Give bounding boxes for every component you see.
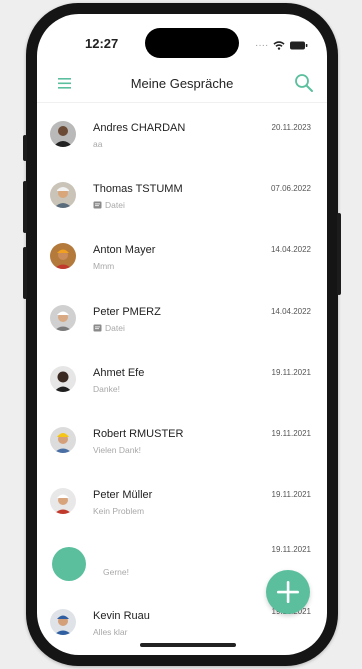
file-attachment-icon (93, 201, 102, 209)
message-preview: Datei (93, 323, 125, 333)
preview-text: Datei (105, 200, 125, 211)
app-screen: 12:27 ···· Meine Gespräche Andres CHARDA… (37, 14, 327, 655)
avatar (50, 182, 76, 209)
message-date: 19.11.2021 (271, 428, 311, 438)
file-attachment-icon (93, 324, 102, 332)
app-bar: Meine Gespräche (37, 64, 327, 103)
status-time: 12:27 (85, 36, 119, 51)
message-preview: Datei (93, 200, 125, 210)
avatar (50, 365, 76, 392)
contact-name: Kevin Ruau (93, 609, 150, 622)
contact-name: Anton Mayer (93, 244, 156, 257)
wifi-icon (273, 37, 285, 55)
preview-text: Gerne! (103, 567, 129, 578)
volume-down-button (23, 247, 27, 299)
search-button[interactable] (293, 72, 315, 94)
contact-name: Andres CHARDAN (93, 122, 186, 134)
conversation-row[interactable]: Andres CHARDAN aa 20.11.2023 (37, 103, 327, 164)
preview-text: aa (93, 139, 103, 149)
preview-text: Kein Problem (93, 506, 145, 517)
conversation-row[interactable]: Peter PMERZ Datei 14.04.2022 (37, 287, 327, 348)
mute-switch (23, 135, 27, 161)
message-preview: Gerne! (103, 567, 129, 577)
message-preview: aa (93, 139, 102, 149)
avatar (50, 304, 76, 331)
page-title: Meine Gespräche (130, 76, 234, 91)
conversation-row[interactable]: Thomas TSTUMM Datei 07.06.2022 (37, 164, 327, 225)
message-preview: Vielen Dank! (93, 445, 141, 455)
dynamic-island (145, 28, 239, 58)
message-date: 07.06.2022 (270, 184, 311, 194)
message-preview: Danke! (93, 384, 120, 394)
avatar (50, 488, 76, 515)
message-preview: Mmm (93, 261, 114, 271)
contact-name: Peter Müller (93, 489, 153, 502)
contact-name: Robert RMUSTER (93, 427, 184, 440)
home-indicator[interactable] (140, 643, 236, 647)
preview-text: Datei (105, 322, 125, 333)
avatar (50, 426, 76, 453)
message-date: 20.11.2023 (271, 123, 311, 132)
power-button (337, 213, 341, 295)
contact-name: Peter PMERZ (93, 305, 161, 318)
preview-text: Vielen Dank! (93, 444, 142, 455)
avatar (50, 243, 76, 270)
conversation-row[interactable]: Peter Müller Kein Problem 19.11.2021 (37, 470, 327, 531)
contact-name: Ahmet Efe (93, 366, 145, 379)
conversation-row[interactable]: Robert RMUSTER Vielen Dank! 19.11.2021 (37, 409, 327, 470)
new-conversation-button[interactable] (266, 570, 310, 614)
avatar (50, 121, 76, 147)
battery-icon (290, 37, 308, 55)
contact-name: Thomas TSTUMM (93, 183, 183, 196)
conversation-row[interactable]: Anton Mayer Mmm 14.04.2022 (37, 225, 327, 286)
conversation-row[interactable]: Ahmet Efe Danke! 19.11.2021 (37, 348, 327, 409)
message-date: 19.11.2021 (271, 367, 311, 377)
plus-icon (277, 581, 299, 603)
avatar (50, 608, 76, 635)
message-date: 14.04.2022 (270, 306, 311, 316)
phone-frame: 12:27 ···· Meine Gespräche Andres CHARDA… (23, 3, 341, 666)
signal-dots: ···· (255, 40, 269, 51)
message-date: 19.11.2021 (271, 490, 311, 500)
status-icons: ···· (255, 37, 308, 55)
preview-text: Danke! (93, 383, 120, 394)
message-date: 19.11.2021 (271, 545, 311, 555)
preview-text: Alles klar (93, 626, 128, 637)
message-preview: Alles klar (93, 627, 127, 637)
message-date: 14.04.2022 (270, 245, 311, 255)
message-preview: Kein Problem (93, 506, 144, 516)
search-icon (295, 74, 313, 92)
volume-up-button (23, 181, 27, 233)
preview-text: Mmm (93, 261, 115, 272)
avatar-placeholder (52, 547, 86, 582)
